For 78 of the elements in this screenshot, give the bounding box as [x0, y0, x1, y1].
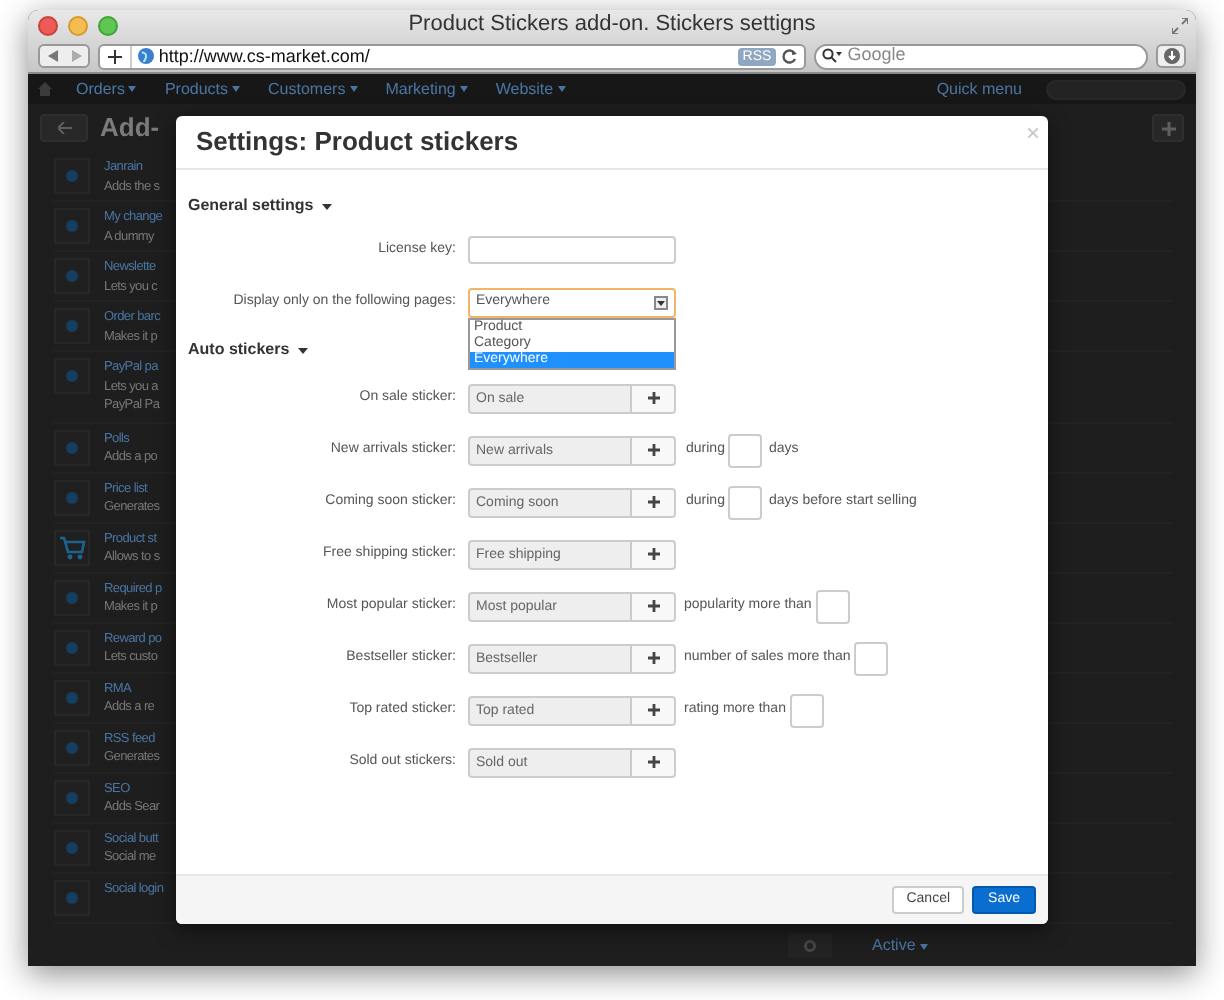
nav-menu-item[interactable]: Orders [76, 77, 137, 101]
nav-menu-item[interactable]: Products [164, 77, 241, 101]
plus-icon [647, 756, 659, 768]
search-field[interactable]: Google [813, 43, 1149, 69]
number-field[interactable] [728, 433, 763, 467]
back-button[interactable] [40, 114, 88, 142]
gear-icon [804, 940, 816, 952]
caret-icon [321, 203, 332, 209]
section-heading[interactable]: Auto stickers [188, 338, 290, 362]
settings-dropdown-button[interactable] [788, 934, 832, 958]
addon-icon [54, 579, 90, 615]
add-sticker-button[interactable] [632, 539, 676, 569]
add-sticker-button[interactable] [632, 643, 676, 673]
cart-icon [54, 529, 90, 565]
addon-icon [54, 308, 90, 344]
quick-menu-link[interactable]: Quick menu [936, 77, 1022, 101]
addon-icon [54, 629, 90, 665]
nav-menu-item[interactable]: Customers [268, 77, 358, 101]
download-icon [1163, 48, 1180, 64]
addon-icon [54, 829, 90, 865]
nav-menu-item[interactable]: Marketing [385, 77, 468, 101]
plus-icon [647, 600, 659, 612]
addon-icon [54, 258, 90, 294]
add-sticker-button[interactable] [632, 435, 676, 465]
addon-icon [54, 879, 90, 915]
plus-icon [1161, 121, 1175, 135]
plus-icon [647, 444, 659, 456]
add-sticker-button[interactable] [632, 487, 676, 517]
addon-icon [54, 679, 90, 715]
dropdown-arrow-icon [654, 295, 668, 309]
add-button[interactable] [1152, 114, 1184, 142]
search-input[interactable]: Google [847, 42, 1141, 70]
close-button[interactable] [38, 15, 58, 35]
nav-menu-item[interactable]: Website [495, 77, 566, 101]
search-icon [821, 48, 842, 64]
caret-icon [349, 86, 358, 92]
caret-icon [232, 86, 241, 92]
addon-icon [54, 208, 90, 244]
caret-icon [919, 943, 928, 949]
minimize-button[interactable] [68, 15, 88, 35]
back-forward-buttons[interactable] [38, 44, 91, 68]
add-sticker-button[interactable] [632, 695, 676, 725]
add-sticker-button[interactable] [632, 591, 676, 621]
fullscreen-icon[interactable] [1172, 18, 1188, 34]
dialog-title: Settings: Product stickers [196, 124, 519, 161]
downloads-button[interactable] [1156, 44, 1186, 68]
number-field[interactable] [789, 693, 824, 727]
addon-icon [54, 779, 90, 815]
undo-icon [57, 122, 71, 134]
plus-icon [647, 548, 659, 560]
plus-icon [647, 652, 659, 664]
number-field[interactable] [728, 485, 763, 519]
add-sticker-button[interactable] [632, 383, 676, 413]
reload-icon[interactable] [781, 48, 798, 64]
caret-icon [297, 347, 308, 353]
page-title: Add- [100, 110, 160, 147]
addon-icon [54, 158, 90, 194]
caret-icon [128, 86, 137, 92]
addon-icon [54, 729, 90, 765]
plus-icon [647, 392, 659, 404]
caret-icon [459, 86, 468, 92]
status-dropdown[interactable]: Active [872, 934, 928, 958]
add-sticker-button[interactable] [632, 747, 676, 777]
section-heading[interactable]: General settings [188, 194, 314, 218]
license-key-field[interactable] [468, 236, 676, 264]
number-field[interactable] [854, 641, 889, 675]
number-field[interactable] [815, 589, 850, 623]
addon-icon [54, 358, 90, 394]
caret-icon [557, 86, 566, 92]
addon-icon [54, 479, 90, 515]
plus-icon [647, 496, 659, 508]
addon-icon [54, 429, 90, 465]
plus-icon[interactable] [108, 49, 123, 63]
window-title: Product Stickers add-on. Stickers settigns [406, 10, 818, 40]
zoom-button[interactable] [98, 15, 118, 35]
plus-icon [647, 704, 659, 716]
globe-icon [138, 48, 155, 64]
url-text: http://www.cs-market.com/ [158, 45, 372, 67]
